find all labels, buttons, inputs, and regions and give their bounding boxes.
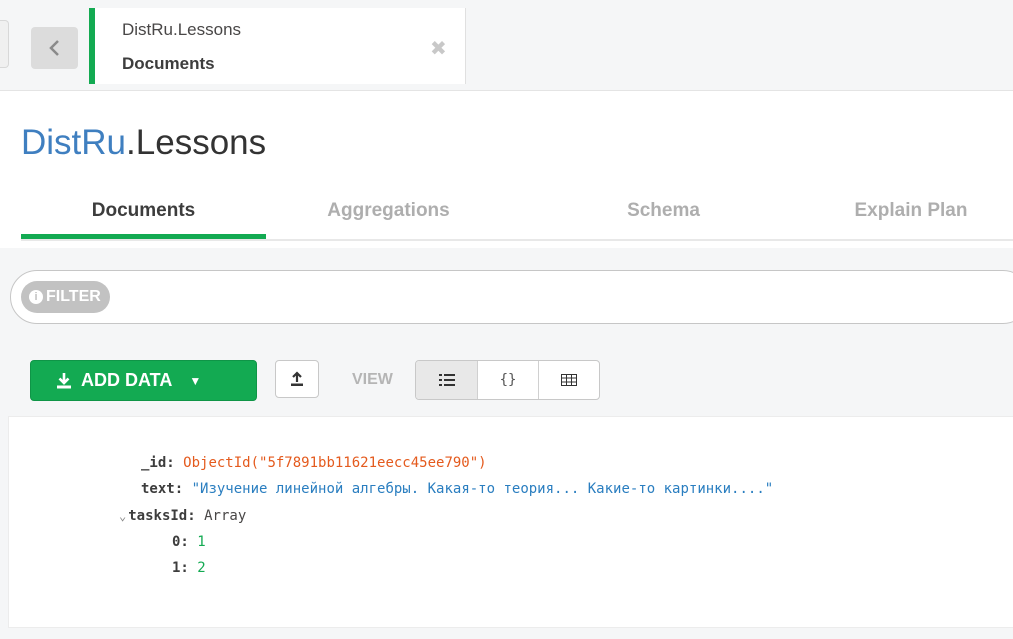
array-index: 1: (172, 560, 189, 576)
collection-tabs: Documents Aggregations Schema Explain Pl… (21, 185, 1013, 241)
filter-label: i FILTER (21, 281, 110, 313)
array-value[interactable]: 1 (197, 534, 205, 550)
field-type: Array (204, 508, 247, 524)
table-icon (561, 374, 577, 386)
tab-explain-plan[interactable]: Explain Plan (796, 185, 1013, 239)
tab-documents[interactable]: Documents (21, 185, 266, 239)
field-key: tasksId: (128, 508, 196, 524)
download-icon (57, 372, 71, 388)
array-item: 0: 1 (172, 534, 206, 550)
table-view-button[interactable] (538, 361, 599, 399)
document-list: _id: ObjectId("5f7891bb11621eecc45ee790"… (0, 412, 1013, 639)
field-value[interactable]: "Изучение линейной алгебры. Какая-то тео… (192, 481, 774, 497)
documents-toolbar: ADD DATA ▼ VIEW {} (0, 348, 1013, 413)
query-bar: i FILTER (0, 248, 1013, 348)
collection-name: Lessons (135, 123, 267, 162)
title-dot: . (126, 123, 136, 162)
field-tasksid: ⌄ tasksId: Array (119, 508, 246, 524)
field-id: _id: ObjectId("5f7891bb11621eecc45ee790"… (141, 455, 487, 471)
json-icon: {} (499, 372, 517, 388)
database-name[interactable]: DistRu (21, 123, 126, 162)
caret-down-icon: ▼ (189, 373, 202, 388)
field-key: _id: (141, 455, 175, 471)
view-switcher: {} (415, 360, 600, 400)
tab-strip: DistRu.Lessons Documents ✖ (0, 0, 1013, 91)
array-item: 1: 2 (172, 560, 206, 576)
list-icon (438, 374, 455, 386)
add-data-button[interactable]: ADD DATA ▼ (30, 360, 257, 401)
array-index: 0: (172, 534, 189, 550)
expand-chevron-icon[interactable]: ⌄ (119, 509, 126, 523)
filter-input[interactable]: i FILTER (10, 270, 1013, 324)
view-label: VIEW (352, 371, 393, 388)
upload-icon (291, 371, 303, 386)
back-button[interactable] (31, 27, 78, 69)
json-view-button[interactable]: {} (477, 361, 538, 399)
collection-tab[interactable]: DistRu.Lessons Documents ✖ (89, 8, 466, 84)
document-card[interactable]: _id: ObjectId("5f7891bb11621eecc45ee790"… (8, 416, 1013, 628)
add-data-label: ADD DATA (81, 370, 173, 390)
tab-schema[interactable]: Schema (541, 185, 786, 239)
tab-subtitle: Documents (122, 54, 215, 73)
field-text: text: "Изучение линейной алгебры. Какая-… (141, 481, 773, 497)
page-title: DistRu.Lessons (21, 121, 266, 165)
list-view-button[interactable] (416, 361, 477, 399)
export-button[interactable] (275, 360, 319, 398)
field-key: text: (141, 481, 184, 497)
close-tab-icon[interactable]: ✖ (430, 36, 447, 61)
info-icon[interactable]: i (29, 290, 43, 304)
tab-namespace: DistRu.Lessons (122, 20, 242, 39)
chevron-left-icon (48, 40, 59, 56)
array-value[interactable]: 2 (197, 560, 205, 576)
previous-tab-edge[interactable] (0, 20, 9, 68)
tab-aggregations[interactable]: Aggregations (266, 185, 511, 239)
field-value[interactable]: ObjectId("5f7891bb11621eecc45ee790") (183, 455, 486, 471)
filter-label-text: FILTER (46, 288, 101, 305)
